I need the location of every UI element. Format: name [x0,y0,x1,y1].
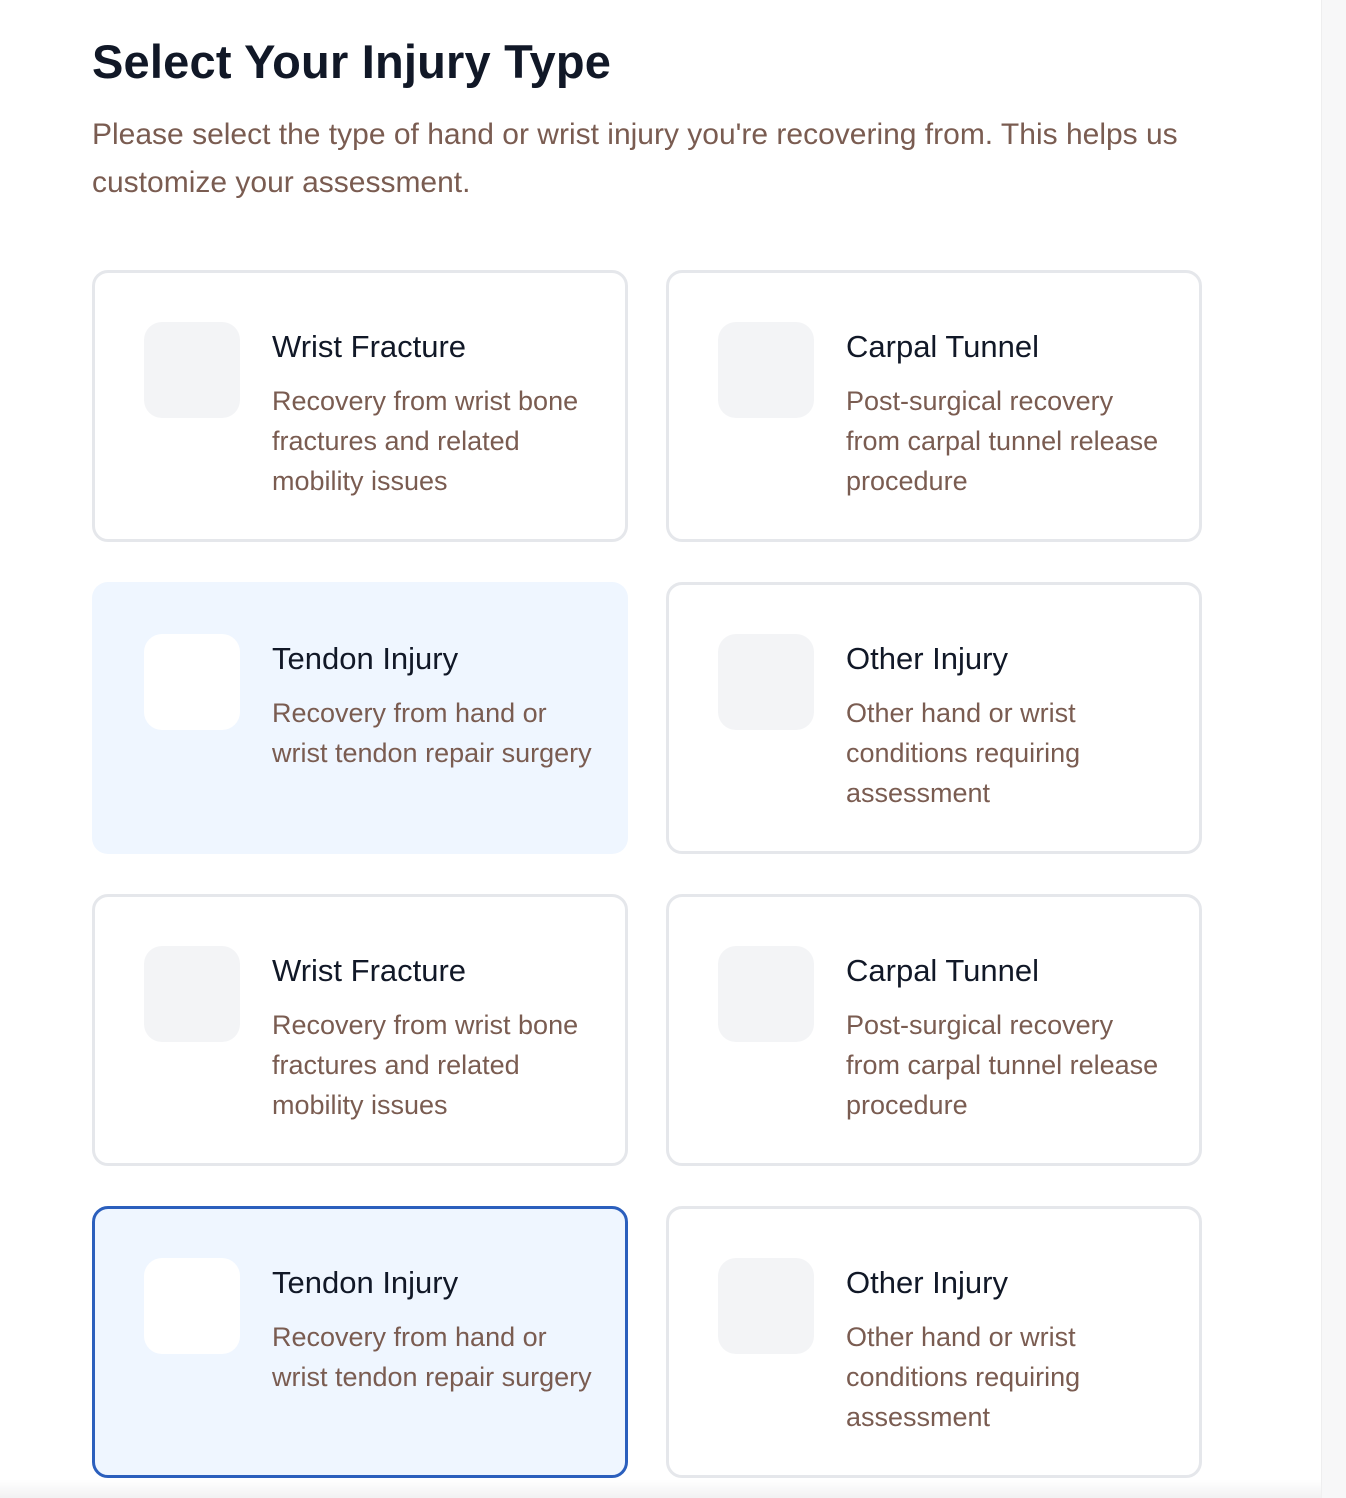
page-title: Select Your Injury Type [92,35,612,88]
injury-icon [718,1258,814,1354]
injury-card-description: Other hand or wrist conditions requiring… [846,698,1081,808]
injury-type-page: Select Your Injury Type Please select th… [0,0,1346,1498]
injury-card-title: Carpal Tunnel [846,329,1040,364]
injury-card-description: Recovery from hand or wrist tendon repai… [272,698,592,768]
injury-icon [718,634,814,730]
injury-icon [144,1258,240,1354]
injury-card-title: Carpal Tunnel [846,953,1040,988]
injury-card-description: Post-surgical recovery from carpal tunne… [846,1010,1159,1120]
injury-card-description: Post-surgical recovery from carpal tunne… [846,386,1159,496]
injury-card-wrist-fracture[interactable]: Wrist Fracture Recovery from wrist bone … [92,894,628,1166]
injury-card-tendon-injury[interactable]: Tendon Injury Recovery from hand or wris… [92,582,628,854]
injury-card-title: Wrist Fracture [272,953,467,988]
injury-card-title: Other Injury [846,1265,1008,1300]
injury-icon [144,946,240,1042]
injury-card-description: Recovery from wrist bone fractures and r… [272,1010,579,1120]
bottom-edge-shadow [0,1480,1322,1498]
injury-icon [144,634,240,730]
injury-card-title: Wrist Fracture [272,329,467,364]
injury-card-carpal-tunnel[interactable]: Carpal Tunnel Post-surgical recovery fro… [666,270,1202,542]
injury-card-other-injury[interactable]: Other Injury Other hand or wrist conditi… [666,1206,1202,1478]
injury-card-description: Other hand or wrist conditions requiring… [846,1322,1081,1432]
injury-card-title: Tendon Injury [272,641,459,676]
injury-card-wrist-fracture[interactable]: Wrist Fracture Recovery from wrist bone … [92,270,628,542]
injury-card-tendon-injury[interactable]: Tendon Injury Recovery from hand or wris… [92,1206,628,1478]
injury-card-other-injury[interactable]: Other Injury Other hand or wrist conditi… [666,582,1202,854]
injury-icon [718,946,814,1042]
injury-card-title: Tendon Injury [272,1265,459,1300]
injury-card-carpal-tunnel[interactable]: Carpal Tunnel Post-surgical recovery fro… [666,894,1202,1166]
injury-card-title: Other Injury [846,641,1008,676]
injury-icon [144,322,240,418]
injury-icon [718,322,814,418]
page-subtitle: Please select the type of hand or wrist … [92,118,1178,199]
injury-card-description: Recovery from hand or wrist tendon repai… [272,1322,592,1392]
injury-card-description: Recovery from wrist bone fractures and r… [272,386,579,496]
scrollbar-track[interactable] [1321,0,1346,1498]
